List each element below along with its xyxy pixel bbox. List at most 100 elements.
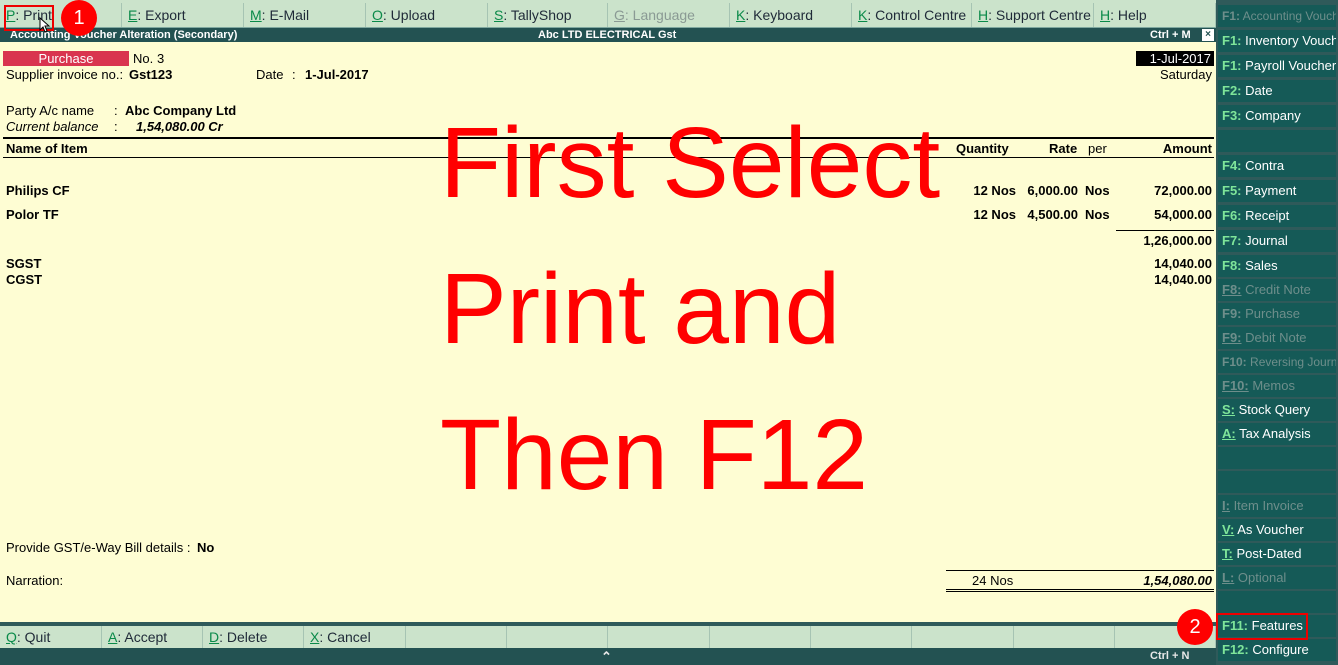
tax-amount[interactable]: 14,040.00 — [1120, 272, 1212, 287]
journal-button[interactable]: F7: Journal — [1218, 230, 1336, 252]
company-button[interactable]: F3: Company — [1218, 105, 1336, 127]
tallyshop-button[interactable]: S: TallyShop — [488, 3, 608, 27]
payroll-vouchers-button[interactable]: F1: Payroll Vouchers — [1218, 55, 1336, 77]
sidebar-empty-slot — [1218, 447, 1336, 469]
accounting-vouchers-button[interactable]: F1: Accounting Vouchers — [1218, 5, 1336, 27]
subtotal-divider — [1116, 230, 1214, 231]
keyboard-button[interactable]: K: Keyboard — [730, 3, 852, 27]
balance-separator: : — [114, 119, 118, 134]
debit-note-button[interactable]: F9: Debit Note — [1218, 327, 1336, 349]
total-divider-mid — [946, 589, 1214, 590]
features-highlight-box — [1216, 613, 1308, 640]
optional-button[interactable]: L: Optional — [1218, 567, 1336, 589]
supplier-invoice-label: Supplier invoice no.: — [6, 67, 124, 82]
top-menu-bar: P: Print E: Export M: E-Mail O: Upload S… — [0, 0, 1216, 28]
inventory-vouchers-button[interactable]: F1: Inventory Vouchers — [1218, 30, 1336, 52]
bottom-empty-slot — [507, 626, 608, 648]
total-divider-top — [946, 570, 1214, 571]
subtotal-amount: 1,26,000.00 — [1143, 233, 1212, 248]
col-item-header: Name of Item — [6, 141, 88, 156]
voucher-weekday: Saturday — [1159, 67, 1212, 82]
memos-button[interactable]: F10: Memos — [1218, 375, 1336, 397]
col-per-header: per — [1088, 141, 1107, 156]
party-label: Party A/c name — [6, 103, 95, 118]
export-button[interactable]: E: Export — [122, 3, 244, 27]
payment-button[interactable]: F5: Payment — [1218, 180, 1336, 202]
item-name[interactable]: Polor TF — [6, 207, 59, 222]
gst-details-field[interactable]: No — [197, 540, 214, 555]
col-amount-header: Amount — [1162, 141, 1212, 156]
bottom-empty-slot — [811, 626, 912, 648]
stock-query-button[interactable]: S: Stock Query — [1218, 399, 1336, 421]
reversing-journal-button[interactable]: F10: Reversing Journal — [1218, 351, 1336, 373]
item-invoice-button[interactable]: I: Item Invoice — [1218, 495, 1336, 517]
total-quantity: 24 Nos — [972, 573, 1014, 588]
voucher-type-badge[interactable]: Purchase — [3, 51, 129, 66]
total-divider-bottom — [946, 591, 1214, 592]
supplier-invoice-field[interactable]: Gst123 — [129, 67, 172, 82]
total-amount: 1,54,080.00 — [1143, 573, 1212, 588]
sales-button[interactable]: F8: Sales — [1218, 255, 1336, 277]
step-1-badge: 1 — [61, 0, 97, 36]
status-bar: ⌃ Ctrl + N — [0, 648, 1216, 665]
accept-button[interactable]: A: Accept — [102, 626, 203, 648]
gst-details-label: Provide GST/e-Way Bill details : — [6, 540, 191, 555]
invoice-date-field[interactable]: 1-Jul-2017 — [305, 67, 369, 82]
step-2-badge: 2 — [1177, 609, 1213, 645]
balance-label: Current balance — [6, 119, 99, 134]
title-shortcut: Ctrl + M — [1150, 29, 1191, 41]
item-amount[interactable]: 54,000.00 — [1120, 207, 1212, 222]
narration-label: Narration: — [6, 573, 64, 588]
sidebar-empty-slot — [1218, 591, 1336, 613]
voucher-date[interactable]: 1-Jul-2017 — [1136, 51, 1214, 66]
mouse-pointer-icon — [39, 17, 51, 33]
item-amount[interactable]: 72,000.00 — [1120, 183, 1212, 198]
sidebar-empty-slot — [1218, 471, 1336, 493]
status-shortcut: Ctrl + N — [1150, 650, 1190, 662]
upload-button[interactable]: O: Upload — [366, 3, 488, 27]
bottom-empty-slot — [912, 626, 1014, 648]
current-balance: 1,54,080.00 Cr — [136, 119, 223, 134]
party-separator: : — [114, 103, 118, 118]
title-bar: Accounting Voucher Alteration (Secondary… — [0, 28, 1216, 42]
chevron-up-icon[interactable]: ⌃ — [601, 648, 612, 665]
bottom-empty-slot — [1014, 626, 1115, 648]
item-per[interactable]: Nos — [1085, 207, 1110, 222]
tax-ledger[interactable]: CGST — [6, 272, 42, 287]
company-name: Abc LTD ELECTRICAL Gst — [538, 29, 677, 41]
button-panel: F1: Accounting Vouchers F1: Inventory Vo… — [1216, 0, 1338, 665]
purchase-button[interactable]: F9: Purchase — [1218, 303, 1336, 325]
control-centre-button[interactable]: K: Control Centre — [852, 3, 972, 27]
invoice-date-label: Date — [256, 67, 284, 82]
tax-ledger[interactable]: SGST — [6, 256, 41, 271]
bottom-empty-slot — [608, 626, 710, 648]
delete-button[interactable]: D: Delete — [203, 626, 304, 648]
cancel-button[interactable]: X: Cancel — [304, 626, 406, 648]
bottom-empty-slot — [710, 626, 811, 648]
item-name[interactable]: Philips CF — [6, 183, 70, 198]
party-field[interactable]: Abc Company Ltd — [125, 103, 236, 118]
close-icon[interactable]: × — [1202, 29, 1214, 41]
email-button[interactable]: M: E-Mail — [244, 3, 366, 27]
tax-analysis-button[interactable]: A: Tax Analysis — [1218, 423, 1336, 445]
credit-note-button[interactable]: F8: Credit Note — [1218, 279, 1336, 301]
receipt-button[interactable]: F6: Receipt — [1218, 205, 1336, 227]
quit-button[interactable]: Q: Quit — [0, 626, 102, 648]
bottom-empty-slot — [406, 626, 507, 648]
as-voucher-button[interactable]: V: As Voucher — [1218, 519, 1336, 541]
date-button[interactable]: F2: Date — [1218, 80, 1336, 102]
voucher-number[interactable]: 3 — [157, 51, 164, 66]
bottom-menu-bar: Q: Quit A: Accept D: Delete X: Cancel — [0, 626, 1216, 648]
configure-button[interactable]: F12: Configure — [1218, 639, 1336, 661]
sidebar-empty-slot — [1218, 130, 1336, 152]
contra-button[interactable]: F4: Contra — [1218, 155, 1336, 177]
help-button[interactable]: H: Help — [1094, 3, 1216, 27]
language-button[interactable]: G: Language — [608, 3, 730, 27]
invoice-date-separator: : — [292, 67, 296, 82]
item-per[interactable]: Nos — [1085, 183, 1110, 198]
post-dated-button[interactable]: T: Post-Dated — [1218, 543, 1336, 565]
voucher-number-label: No. — [133, 51, 154, 66]
instruction-overlay: First Select Print and Then F12 — [440, 107, 941, 511]
tax-amount[interactable]: 14,040.00 — [1120, 256, 1212, 271]
support-centre-button[interactable]: H: Support Centre — [972, 3, 1094, 27]
